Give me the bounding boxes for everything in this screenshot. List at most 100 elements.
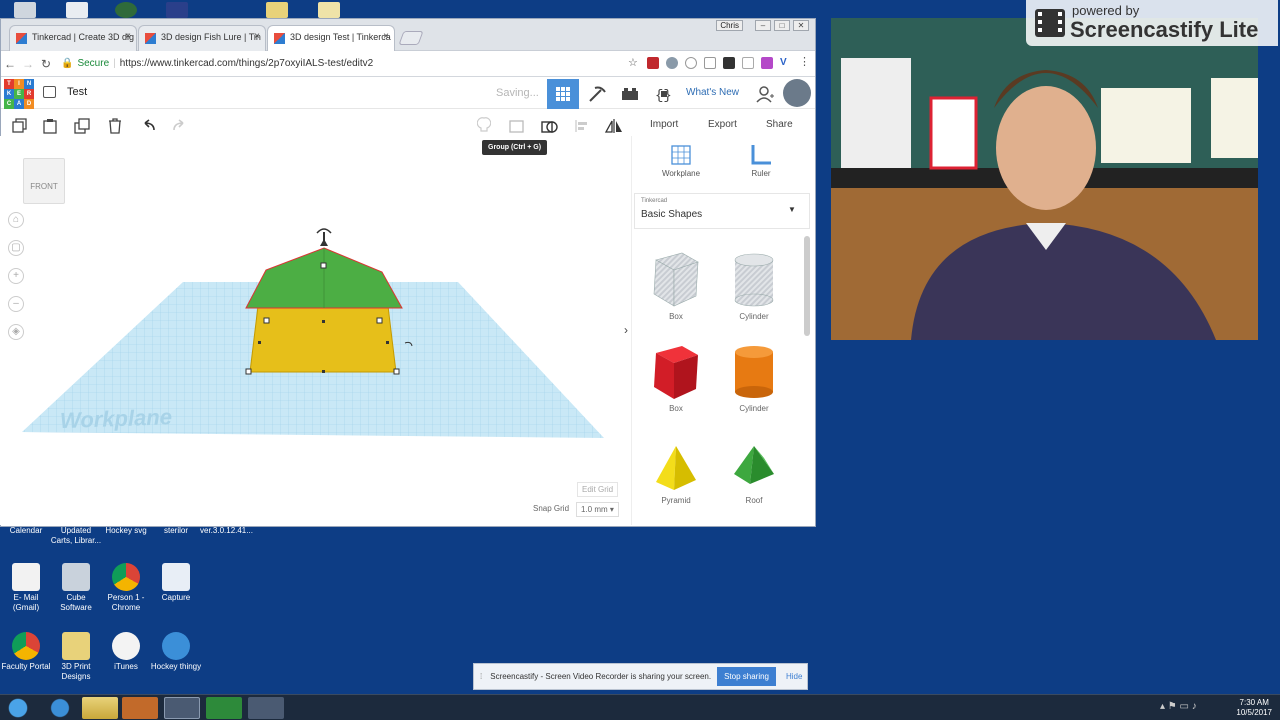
add-user-icon[interactable] bbox=[756, 85, 774, 103]
extension-icon[interactable] bbox=[666, 57, 678, 69]
desktop-icon-chrome[interactable]: Person 1 - Chrome bbox=[100, 563, 152, 613]
bricks-button[interactable] bbox=[614, 79, 646, 109]
cylinder-solid-shape[interactable] bbox=[732, 344, 776, 400]
align-icon[interactable] bbox=[573, 117, 591, 135]
extension-icon[interactable] bbox=[647, 57, 659, 69]
undo-icon[interactable] bbox=[139, 117, 157, 135]
desktop-label[interactable]: ver.3.0.12.41... bbox=[200, 526, 253, 536]
chrome2-taskbar-icon[interactable] bbox=[248, 697, 284, 719]
address-bar: ← → ↻ 🔒 Secure | https://www.tinkercad.c… bbox=[1, 51, 815, 77]
file-icon[interactable] bbox=[66, 2, 88, 18]
lock-icon: 🔒 bbox=[61, 58, 74, 69]
chrome-taskbar-icon[interactable] bbox=[164, 697, 200, 719]
cylinder-hole-shape[interactable] bbox=[732, 252, 776, 308]
import-button[interactable]: Import bbox=[650, 119, 678, 130]
export-button[interactable]: Export bbox=[708, 119, 737, 130]
file-icon[interactable] bbox=[318, 2, 340, 18]
app-icon[interactable] bbox=[166, 2, 188, 18]
folder-icon bbox=[62, 632, 90, 660]
url-field[interactable]: https://www.tinkercad.com/things/2p7oxyi… bbox=[120, 58, 373, 69]
star-icon[interactable]: ☆ bbox=[628, 57, 640, 69]
desktop-icon-faculty[interactable]: Faculty Portal bbox=[0, 632, 52, 672]
collapse-panel-icon[interactable]: › bbox=[624, 323, 628, 337]
desktop-label[interactable]: Calendar bbox=[0, 526, 52, 536]
facetime-taskbar-icon[interactable] bbox=[206, 697, 242, 719]
tab-fish-lure[interactable]: 3D design Fish Lure | Tin × bbox=[138, 25, 266, 51]
extension-icon[interactable]: V bbox=[780, 57, 792, 69]
tab-close-icon[interactable]: × bbox=[383, 31, 389, 42]
ie-taskbar-icon[interactable] bbox=[42, 697, 78, 719]
extension-icon[interactable] bbox=[704, 57, 716, 69]
new-tab-button[interactable] bbox=[398, 31, 424, 45]
clock[interactable]: 7:30 AM 10/5/2017 bbox=[1236, 698, 1272, 718]
lightbulb-icon[interactable] bbox=[475, 117, 493, 135]
roof-shape-thumb[interactable] bbox=[730, 444, 778, 488]
desktop-label[interactable]: Updated Carts, Librar... bbox=[50, 526, 102, 546]
snap-grid-select[interactable]: 1.0 mm ▾ bbox=[576, 502, 619, 517]
avatar[interactable] bbox=[783, 79, 811, 107]
pyramid-shape[interactable] bbox=[652, 444, 700, 492]
whats-new-link[interactable]: What's New bbox=[686, 87, 739, 98]
app-icon[interactable] bbox=[115, 2, 137, 18]
extension-icon[interactable] bbox=[685, 57, 697, 69]
ruler-button[interactable]: Ruler bbox=[731, 143, 791, 178]
redo-icon[interactable] bbox=[171, 117, 189, 135]
tab-test[interactable]: 3D design Test | Tinkerca × bbox=[267, 25, 395, 52]
mirror-icon[interactable] bbox=[604, 117, 622, 135]
start-button[interactable] bbox=[2, 697, 34, 719]
chrome-icon bbox=[12, 632, 40, 660]
copy-icon[interactable] bbox=[10, 117, 28, 135]
box-hole-shape[interactable] bbox=[650, 250, 702, 308]
design-title[interactable]: Test bbox=[67, 86, 87, 98]
tab-tinkercad[interactable]: Tinkercad | Create 3D dig × bbox=[9, 25, 137, 51]
duplicate-icon[interactable] bbox=[74, 117, 92, 135]
close-window-button[interactable]: ✕ bbox=[793, 20, 809, 31]
tinkercad-logo[interactable]: T I N K E R C A D bbox=[4, 79, 34, 109]
hide-button[interactable]: Hide bbox=[786, 672, 802, 681]
extension-icon[interactable] bbox=[723, 57, 735, 69]
extension-icon[interactable] bbox=[761, 57, 773, 69]
grip-icon[interactable]: ⁞ bbox=[480, 672, 482, 681]
tray-icons[interactable]: ▴ ⚑ ▭ ♪ bbox=[1160, 701, 1197, 712]
design-list-icon[interactable] bbox=[43, 86, 56, 98]
panel-scrollbar[interactable] bbox=[804, 236, 810, 336]
workplane-button[interactable]: Workplane bbox=[651, 143, 711, 178]
profile-chip[interactable]: Chris bbox=[716, 20, 743, 31]
tab-close-icon[interactable]: × bbox=[254, 31, 260, 42]
paste-icon[interactable] bbox=[41, 117, 59, 135]
3d-view-button[interactable] bbox=[547, 79, 579, 109]
extension-icon[interactable] bbox=[742, 57, 754, 69]
ungroup-icon[interactable] bbox=[541, 117, 559, 135]
forward-icon[interactable]: → bbox=[19, 57, 37, 71]
recycle-bin-icon[interactable] bbox=[14, 2, 36, 18]
explorer-taskbar-icon[interactable] bbox=[82, 697, 118, 719]
desktop-label[interactable]: sterilor bbox=[150, 526, 202, 536]
desktop-icon-3dprint[interactable]: 3D Print Designs bbox=[50, 632, 102, 682]
group-icon[interactable] bbox=[508, 117, 526, 135]
desktop-icon-itunes[interactable]: iTunes bbox=[100, 632, 152, 672]
stop-sharing-button[interactable]: Stop sharing bbox=[717, 667, 776, 686]
reload-icon[interactable]: ↻ bbox=[37, 57, 55, 71]
desktop-icon-hockey[interactable]: Hockey thingy bbox=[150, 632, 202, 672]
minimize-button[interactable]: – bbox=[755, 20, 771, 31]
chevron-down-icon[interactable]: ▼ bbox=[788, 205, 796, 214]
desktop-icon-capture[interactable]: Capture bbox=[150, 563, 202, 603]
tab-close-icon[interactable]: × bbox=[125, 31, 131, 42]
shape-label: Cylinder bbox=[739, 404, 769, 413]
desktop-icon-email[interactable]: E- Mail (Gmail) bbox=[0, 563, 52, 613]
box-body[interactable] bbox=[249, 305, 397, 373]
share-button[interactable]: Share bbox=[766, 119, 793, 130]
shape-label: Box bbox=[669, 404, 683, 413]
menu-icon[interactable]: ⋮ bbox=[799, 57, 811, 69]
folder-icon[interactable] bbox=[266, 2, 288, 18]
media-taskbar-icon[interactable] bbox=[122, 697, 158, 719]
box-solid-shape[interactable] bbox=[650, 343, 702, 401]
desktop-icon-cube[interactable]: Cube Software bbox=[50, 563, 102, 613]
delete-icon[interactable] bbox=[106, 117, 124, 135]
back-icon[interactable]: ← bbox=[1, 57, 19, 71]
blocks-button[interactable] bbox=[581, 79, 613, 109]
maximize-button[interactable]: □ bbox=[774, 20, 790, 31]
edit-grid-button[interactable]: Edit Grid bbox=[577, 482, 619, 497]
desktop-label[interactable]: Hockey svg bbox=[100, 526, 152, 536]
codeblocks-button[interactable]: {} bbox=[648, 79, 680, 109]
